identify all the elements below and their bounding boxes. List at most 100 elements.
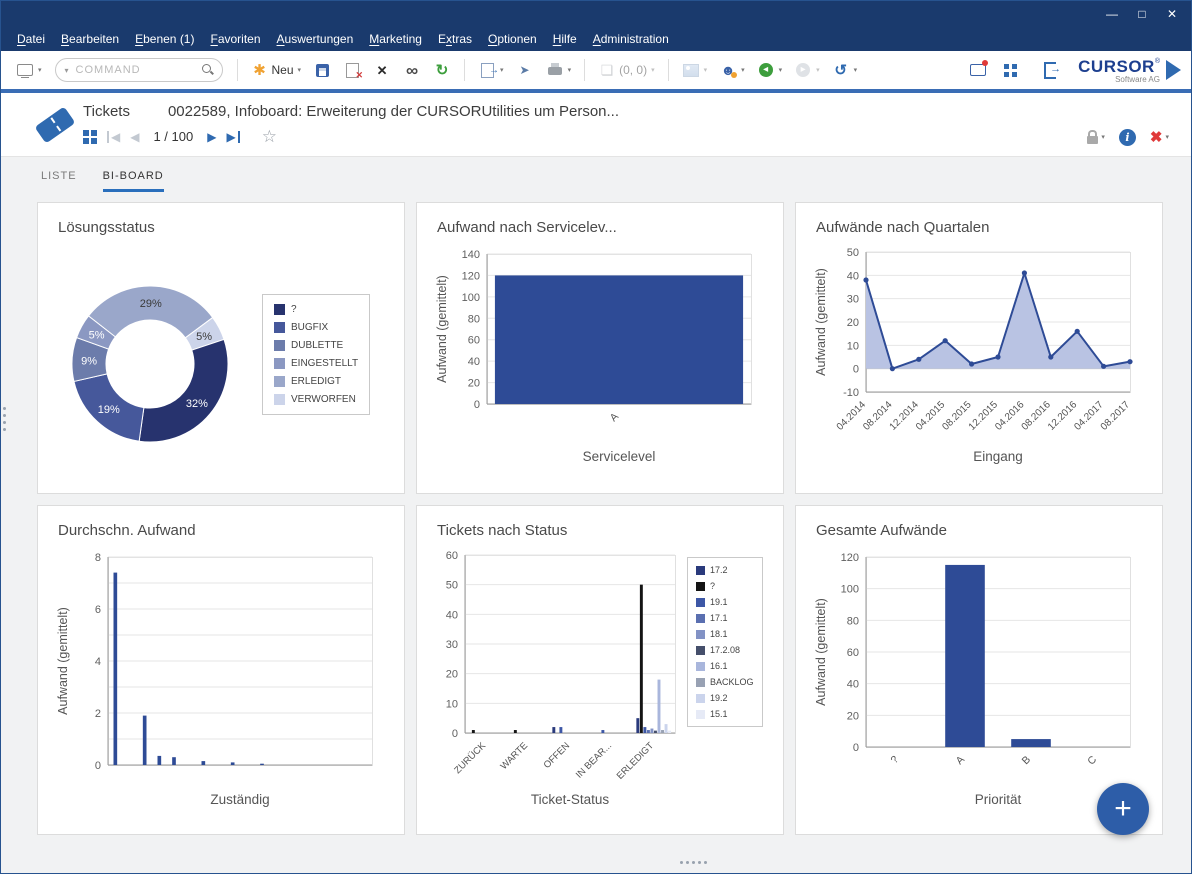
window-close-button[interactable]: ✕ <box>1157 3 1187 25</box>
dropdown-caret-icon: ▾ <box>298 66 302 74</box>
svg-text:29%: 29% <box>140 298 162 310</box>
legend-item: BUGFIX <box>274 322 358 333</box>
save-button[interactable] <box>308 59 336 81</box>
send-icon <box>516 62 534 78</box>
svg-text:100: 100 <box>462 292 480 304</box>
tab-bi-board[interactable]: BI-BOARD <box>103 170 164 192</box>
window-view-button[interactable]: ▾ <box>11 59 47 81</box>
legend-swatch <box>274 304 285 315</box>
chart-aufwaende-quartale: -1001020304050Aufwand (gemittelt)Eingang… <box>810 240 1148 468</box>
refresh-icon <box>433 62 451 78</box>
new-button[interactable]: Neu▾ <box>246 59 307 81</box>
delete-button[interactable] <box>338 59 366 81</box>
person-icon <box>719 62 737 78</box>
svg-text:30: 30 <box>847 294 859 306</box>
contacts-button[interactable]: ▾ <box>714 59 750 81</box>
left-panel-splitter[interactable] <box>1 393 8 449</box>
dropdown-caret-icon: ▾ <box>1165 133 1169 141</box>
toolbar-separator <box>584 59 585 81</box>
command-history-caret-icon[interactable]: ▾ <box>65 66 69 75</box>
legend-swatch <box>696 662 705 671</box>
tab-liste[interactable]: LISTE <box>41 170 77 192</box>
svg-text:B: B <box>1020 754 1033 767</box>
svg-text:ERLEDIGT: ERLEDIGT <box>615 740 657 782</box>
svg-text:0: 0 <box>853 364 859 376</box>
tab-bar: LISTE BI-BOARD <box>1 157 1191 192</box>
forward-button[interactable]: ▾ <box>789 59 825 81</box>
record-title: 0022589, Infoboard: Erweiterung der CURS… <box>168 103 619 120</box>
open-document-button[interactable]: ▾ <box>473 59 509 81</box>
chart-loesungsstatus: 29%5%32%19%9%5%?BUGFIXDUBLETTEEINGESTELL… <box>52 240 390 468</box>
toolbar-separator <box>668 59 669 81</box>
x-icon <box>373 62 391 78</box>
menu-optionen[interactable]: Optionen <box>480 32 545 46</box>
svg-text:A: A <box>608 411 621 424</box>
star-icon <box>251 62 269 78</box>
previous-record-button[interactable]: ◀ <box>130 131 139 143</box>
grid-icon <box>1005 62 1023 78</box>
history-button[interactable]: ▾ <box>827 59 863 81</box>
dropdown-caret-icon: ▾ <box>779 66 783 74</box>
svg-text:140: 140 <box>462 249 480 261</box>
menu-hilfe[interactable]: Hilfe <box>545 32 585 46</box>
cancel-button[interactable] <box>368 59 396 81</box>
add-record-button[interactable]: + <box>1097 783 1149 835</box>
lock-button[interactable]: ▾ <box>1087 131 1105 144</box>
maximize-button[interactable]: □ <box>1127 3 1157 25</box>
scrollbar-grip[interactable] <box>680 861 683 864</box>
menu-marketing[interactable]: Marketing <box>361 32 430 46</box>
favorite-star-icon[interactable]: ☆ <box>262 127 277 147</box>
dropdown-caret-icon: ▾ <box>568 66 572 74</box>
menu-bearbeiten[interactable]: Bearbeiten <box>53 32 127 46</box>
main-content: LISTEBI-BOARD Lösungsstatus29%5%32%19%9%… <box>1 157 1191 873</box>
svg-text:0: 0 <box>474 399 480 411</box>
image-icon <box>682 62 700 78</box>
close-icon: ✖ <box>1150 128 1163 146</box>
legend-item: 15.1 <box>696 709 754 719</box>
svg-text:120: 120 <box>841 552 859 564</box>
menu-ebenen-1[interactable]: Ebenen (1) <box>127 32 202 46</box>
legend-swatch <box>274 358 285 369</box>
menu-administration[interactable]: Administration <box>585 32 677 46</box>
next-record-button[interactable]: ▶ <box>207 131 216 143</box>
command-input[interactable] <box>74 63 197 77</box>
workflow-button[interactable] <box>511 59 539 81</box>
command-field: ▾ <box>55 58 223 82</box>
cursor-logo: CURSOR ® Software AG <box>1078 57 1181 84</box>
panel-title-aufwaende-quartale: Aufwände nach Quartalen <box>816 219 1148 236</box>
menu-datei[interactable]: Datei <box>9 32 53 46</box>
search-icon[interactable] <box>202 64 214 76</box>
boards-button[interactable] <box>1000 59 1028 81</box>
menu-extras[interactable]: Extras <box>430 32 480 46</box>
svg-text:08.2017: 08.2017 <box>1099 399 1133 433</box>
chart-aufwand-servicelevel: 020406080100120140Aufwand (gemittelt)Ser… <box>431 240 769 468</box>
menu-favoriten[interactable]: Favoriten <box>202 32 268 46</box>
svg-text:Aufwand (gemittelt): Aufwand (gemittelt) <box>56 607 70 715</box>
legend-swatch <box>274 322 285 333</box>
refresh-button[interactable] <box>428 59 456 81</box>
logout-button[interactable] <box>1036 59 1064 81</box>
export-button[interactable]: ▾ <box>677 59 713 81</box>
search-button[interactable] <box>398 59 426 81</box>
info-button[interactable]: i <box>1119 129 1136 146</box>
monitor-icon <box>16 62 34 78</box>
tickets-entity-icon <box>27 115 83 135</box>
first-record-button[interactable]: ◀ <box>107 131 120 143</box>
close-record-button[interactable]: ✖ ▾ <box>1150 128 1169 146</box>
selection-count-button[interactable]: (0, 0)▾ <box>593 59 660 81</box>
svg-text:5%: 5% <box>89 330 105 342</box>
print-button[interactable]: ▾ <box>541 59 577 81</box>
legend-item: 16.1 <box>696 661 754 671</box>
bottom-scrollbar[interactable] <box>1 853 1191 871</box>
minimize-button[interactable]: — <box>1097 3 1127 25</box>
svg-text:?: ? <box>889 754 902 767</box>
board-view-icon[interactable] <box>83 130 97 144</box>
legend-item: BACKLOG <box>696 677 754 687</box>
back-button[interactable]: ▾ <box>752 59 788 81</box>
last-record-button[interactable]: ▶ <box>226 131 239 143</box>
menu-auswertungen[interactable]: Auswertungen <box>269 32 362 46</box>
legend-swatch <box>696 678 705 687</box>
forward-icon <box>794 62 812 78</box>
session-button[interactable] <box>964 59 992 81</box>
svg-text:19%: 19% <box>98 404 120 416</box>
